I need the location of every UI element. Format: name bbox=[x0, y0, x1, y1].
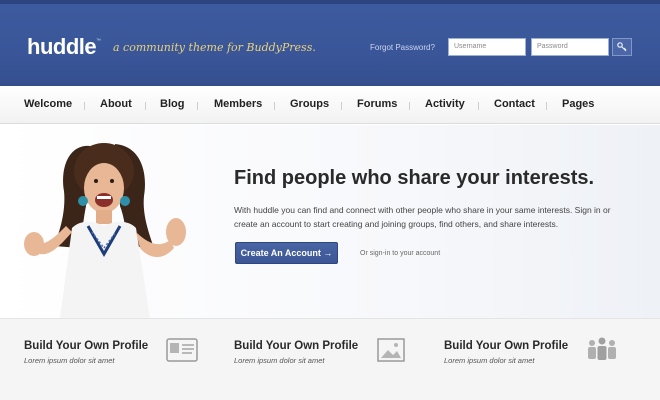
id-card-icon bbox=[166, 338, 198, 362]
create-account-button[interactable]: Create An Account → bbox=[235, 242, 338, 264]
nav-item-groups[interactable]: Groups bbox=[290, 98, 329, 110]
nav-separator bbox=[478, 102, 479, 110]
feature-card: Build Your Own Profile Lorem ipsum dolor… bbox=[420, 318, 630, 386]
password-input[interactable]: Password bbox=[531, 38, 609, 56]
username-input[interactable]: Username bbox=[448, 38, 526, 56]
feature-title: Build Your Own Profile bbox=[24, 340, 149, 352]
forgot-password-link[interactable]: Forgot Password? bbox=[370, 43, 435, 52]
nav-item-activity[interactable]: Activity bbox=[425, 98, 465, 110]
nav-separator bbox=[145, 102, 146, 110]
login-button[interactable] bbox=[612, 38, 632, 56]
logo[interactable]: huddle bbox=[27, 34, 97, 60]
feature-subtitle: Lorem ipsum dolor sit amet bbox=[24, 356, 115, 365]
feature-title: Build Your Own Profile bbox=[444, 340, 569, 352]
nav-item-forums[interactable]: Forums bbox=[357, 98, 397, 110]
feature-title: Build Your Own Profile bbox=[234, 340, 359, 352]
hero-description: With huddle you can find and connect wit… bbox=[234, 205, 611, 229]
people-icon bbox=[588, 337, 616, 360]
main-nav: Welcome About Blog Members Groups Forums… bbox=[0, 86, 660, 124]
nav-item-members[interactable]: Members bbox=[214, 98, 262, 110]
feature-card: Build Your Own Profile Lorem ipsum dolor… bbox=[0, 318, 210, 386]
image-icon bbox=[377, 338, 405, 362]
nav-item-contact[interactable]: Contact bbox=[494, 98, 535, 110]
trademark-mark: ™ bbox=[96, 38, 101, 44]
nav-separator bbox=[274, 102, 275, 110]
nav-item-blog[interactable]: Blog bbox=[160, 98, 184, 110]
nav-item-welcome[interactable]: Welcome bbox=[24, 98, 72, 110]
feature-subtitle: Lorem ipsum dolor sit amet bbox=[234, 356, 325, 365]
nav-separator bbox=[341, 102, 342, 110]
feature-card: Build Your Own Profile Lorem ipsum dolor… bbox=[210, 318, 420, 386]
nav-item-pages[interactable]: Pages bbox=[562, 98, 594, 110]
hero-woman-photo bbox=[24, 143, 186, 318]
feature-subtitle: Lorem ipsum dolor sit amet bbox=[444, 356, 535, 365]
tagline: a community theme for BuddyPress. bbox=[113, 41, 316, 54]
nav-separator bbox=[546, 102, 547, 110]
nav-separator bbox=[409, 102, 410, 110]
sign-in-link[interactable]: Or sign-in to your account bbox=[360, 250, 440, 257]
hero-title: Find people who share your interests. bbox=[234, 167, 595, 189]
nav-item-about[interactable]: About bbox=[100, 98, 132, 110]
nav-separator bbox=[84, 102, 85, 110]
site-header: huddle ™ a community theme for BuddyPres… bbox=[0, 0, 660, 86]
key-icon bbox=[617, 42, 627, 52]
nav-separator bbox=[197, 102, 198, 110]
